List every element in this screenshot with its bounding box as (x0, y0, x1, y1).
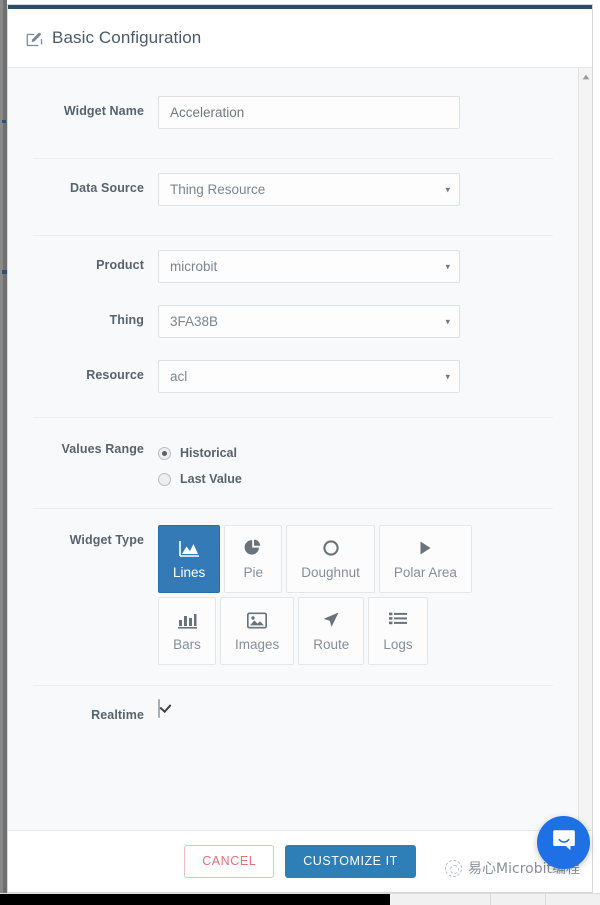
dialog-header: Basic Configuration (8, 5, 592, 67)
radio-label-last-value: Last Value (180, 472, 242, 486)
values-range-radio-group: Historical Last Value (158, 434, 460, 492)
field-resource: Resource acl ▾ (8, 360, 578, 399)
widget-type-polar-area[interactable]: Polar Area (378, 525, 472, 593)
widget-type-row-2: Bars Images Route Logs (158, 597, 518, 665)
field-realtime: Realtime (8, 699, 578, 748)
widget-type-route-label: Route (313, 637, 350, 653)
values-range-label: Values Range (61, 442, 144, 456)
field-widget-name: Widget Name Acceleration (8, 96, 578, 144)
divider (33, 158, 553, 159)
widget-type-bars-label: Bars (173, 637, 201, 653)
resource-select[interactable]: acl ▾ (158, 360, 460, 393)
field-widget-type: Widget Type Lines Pie Doughnut Polar Are… (8, 525, 578, 665)
vertical-scrollbar[interactable] (578, 68, 592, 830)
realtime-label: Realtime (91, 708, 144, 722)
divider (33, 235, 553, 236)
resource-label: Resource (86, 368, 144, 382)
dialog-body: Widget Name Acceleration Data Source Thi… (8, 67, 592, 830)
chevron-down-icon: ▾ (445, 184, 450, 194)
widget-type-images-label: Images (235, 637, 280, 653)
edit-pencil-icon (26, 30, 43, 47)
background-content-hint (2, 120, 6, 123)
radio-indicator[interactable] (158, 446, 171, 460)
page-backdrop (0, 0, 7, 893)
widget-type-doughnut[interactable]: Doughnut (286, 525, 375, 593)
watermark-logo-icon (445, 859, 463, 877)
chevron-down-icon: ▾ (445, 316, 450, 326)
data-source-select[interactable]: Thing Resource ▾ (158, 173, 460, 206)
dialog-title: Basic Configuration (26, 28, 201, 48)
chat-launcher-button[interactable] (537, 816, 590, 869)
chevron-down-icon: ▾ (445, 261, 450, 271)
product-label: Product (96, 258, 144, 272)
widget-type-bars[interactable]: Bars (158, 597, 216, 665)
pie-chart-icon (244, 538, 262, 558)
thing-value: 3FA38B (170, 314, 219, 329)
data-source-label: Data Source (69, 181, 144, 195)
radio-option-last-value[interactable]: Last Value (158, 466, 460, 492)
widget-type-pie-label: Pie (243, 565, 264, 581)
divider (33, 685, 553, 686)
widget-type-label: Widget Type (69, 533, 144, 547)
image-icon (247, 610, 268, 630)
form-scroll-area: Widget Name Acceleration Data Source Thi… (8, 68, 578, 830)
scroll-up-arrow-icon[interactable] (579, 70, 592, 83)
basic-configuration-dialog: Basic Configuration Widget Name Accelera… (7, 4, 593, 893)
play-triangle-icon (416, 538, 434, 558)
field-thing: Thing 3FA38B ▾ (8, 305, 578, 344)
field-product: Product microbit ▾ (8, 250, 578, 289)
widget-type-logs[interactable]: Logs (368, 597, 428, 665)
divider (33, 417, 553, 418)
list-icon (388, 610, 407, 630)
customize-it-button[interactable]: CUSTOMIZE IT (285, 845, 416, 878)
widget-name-label: Widget Name (63, 104, 144, 118)
cancel-button[interactable]: CANCEL (184, 845, 275, 878)
dialog-title-text: Basic Configuration (52, 28, 202, 47)
radio-indicator[interactable] (158, 472, 171, 486)
widget-type-lines-label: Lines (173, 565, 206, 581)
intercom-chat-icon (550, 826, 578, 859)
data-source-value: Thing Resource (170, 182, 266, 197)
horizontal-scrollbar-thumb[interactable] (0, 894, 390, 905)
page-backdrop-inner (0, 0, 3, 893)
scrollbar-tick (545, 894, 546, 905)
product-value: microbit (170, 259, 218, 274)
widget-type-doughnut-label: Doughnut (301, 565, 360, 581)
widget-type-polar-area-label: Polar Area (393, 565, 457, 581)
widget-type-images[interactable]: Images (220, 597, 295, 665)
realtime-checkbox[interactable] (158, 699, 160, 718)
widget-type-row-1: Lines Pie Doughnut Polar Area (158, 525, 518, 593)
radio-option-historical[interactable]: Historical (158, 440, 460, 466)
area-chart-icon (178, 538, 200, 558)
bar-chart-icon (177, 610, 197, 630)
circle-outline-icon (322, 538, 340, 558)
radio-label-historical: Historical (180, 446, 237, 460)
product-select[interactable]: microbit ▾ (158, 250, 460, 283)
screen-root: Basic Configuration Widget Name Accelera… (0, 0, 600, 905)
widget-type-lines[interactable]: Lines (158, 525, 221, 593)
field-values-range: Values Range Historical Last Value (8, 434, 578, 492)
horizontal-scrollbar[interactable] (0, 893, 600, 905)
field-data-source: Data Source Thing Resource ▾ (8, 173, 578, 221)
widget-type-pie[interactable]: Pie (224, 525, 283, 593)
thing-label: Thing (109, 313, 144, 327)
chevron-down-icon: ▾ (445, 371, 450, 381)
scrollbar-tick (490, 894, 491, 905)
widget-type-route[interactable]: Route (298, 597, 365, 665)
widget-type-logs-label: Logs (383, 637, 413, 653)
location-arrow-icon (322, 610, 340, 630)
dialog-footer: CANCEL CUSTOMIZE IT 易心Microbit编程 (8, 830, 592, 892)
divider (33, 508, 553, 509)
thing-select[interactable]: 3FA38B ▾ (158, 305, 460, 338)
widget-name-input[interactable]: Acceleration (158, 96, 460, 129)
resource-value: acl (170, 369, 188, 384)
